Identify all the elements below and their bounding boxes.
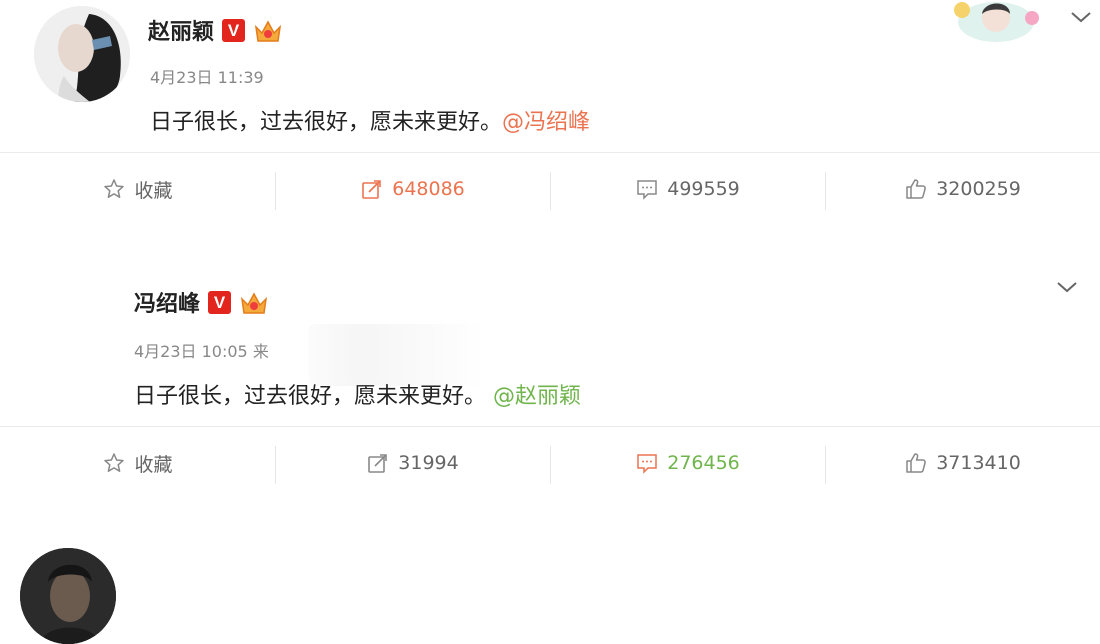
post-text: 日子很长，过去很好，愿未来更好。 [150, 110, 503, 135]
like-button[interactable]: 3713410 [825, 434, 1100, 492]
author-row: 赵丽颖 V [148, 14, 283, 46]
avatar[interactable] [20, 548, 116, 644]
chevron-down-icon[interactable] [1070, 10, 1092, 24]
repost-icon [362, 180, 382, 199]
like-icon [906, 453, 927, 473]
post-timestamp[interactable]: 4月23日 10:05 来 [134, 338, 269, 362]
author-row: 冯绍峰 V [134, 286, 269, 318]
avatar[interactable] [34, 6, 130, 102]
favorite-button[interactable]: 收藏 [0, 160, 275, 218]
favorite-button[interactable]: 收藏 [0, 434, 275, 492]
post-content: 日子很长，过去很好，愿未来更好。 @赵丽颖 [134, 378, 581, 410]
like-count: 3200259 [936, 178, 1021, 200]
repost-count: 31994 [398, 452, 459, 474]
favorite-label: 收藏 [134, 179, 173, 202]
repost-count: 648086 [392, 178, 465, 200]
repost-button[interactable]: 31994 [275, 434, 550, 492]
star-icon [104, 179, 125, 198]
action-bar: 收藏 31994 276456 3713410 [0, 434, 1100, 492]
repost-icon [368, 454, 388, 473]
divider [0, 426, 1100, 427]
action-bar: 收藏 648086 499559 3200259 [0, 160, 1100, 218]
mention-link[interactable]: @冯绍峰 [502, 110, 590, 135]
crown-icon [254, 20, 282, 42]
post-text: 日子很长，过去很好，愿未来更好。 [134, 384, 487, 409]
crown-icon [240, 292, 268, 314]
chevron-down-icon[interactable] [1056, 280, 1078, 294]
mention-link[interactable]: @赵丽颖 [493, 384, 581, 409]
divider [0, 152, 1100, 153]
comment-button[interactable]: 276456 [550, 434, 825, 492]
repost-button[interactable]: 648086 [275, 160, 550, 218]
comment-button[interactable]: 499559 [550, 160, 825, 218]
weibo-post: 冯绍峰 V 4月23日 10:05 来 日子很长，过去很好，愿未来更好。 @赵丽… [0, 270, 1100, 644]
star-icon [104, 453, 125, 472]
comment-icon [637, 454, 657, 474]
author-name[interactable]: 赵丽颖 [148, 14, 214, 46]
comment-count: 276456 [667, 452, 740, 474]
decoration-sticker [954, 2, 1039, 42]
post-timestamp[interactable]: 4月23日 11:39 [150, 64, 264, 88]
comment-icon [637, 180, 657, 200]
author-name[interactable]: 冯绍峰 [134, 286, 200, 318]
like-count: 3713410 [936, 452, 1021, 474]
favorite-label: 收藏 [134, 453, 173, 476]
verified-badge: V [222, 18, 246, 42]
verified-badge: V [208, 290, 232, 314]
like-button[interactable]: 3200259 [825, 160, 1100, 218]
comment-count: 499559 [667, 178, 740, 200]
post-content: 日子很长，过去很好，愿未来更好。@冯绍峰 [150, 104, 590, 136]
weibo-post: 赵丽颖 V 4月23日 11:39 日子很长，过去很好，愿未来更好。@冯绍峰 收… [0, 0, 1100, 235]
blurred-region [308, 324, 486, 386]
like-icon [906, 179, 927, 199]
